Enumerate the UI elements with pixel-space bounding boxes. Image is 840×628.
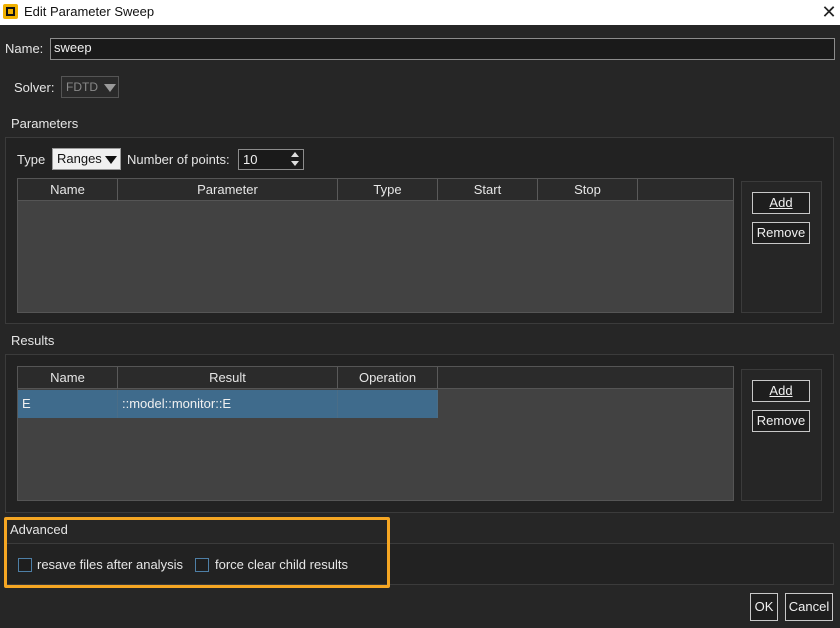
points-spinbox[interactable]: 10 [238,149,304,170]
cancel-button[interactable]: Cancel [785,593,833,621]
points-label: Number of points: [127,152,230,167]
column-header[interactable]: Stop [538,179,638,201]
close-icon[interactable]: ✕ [818,1,840,23]
parameters-table[interactable]: Name Parameter Type Start Stop [17,178,734,313]
result-operation-cell[interactable] [338,390,438,418]
remove-result-button[interactable]: Remove [752,410,810,432]
add-result-button[interactable]: Add [752,380,810,402]
advanced-highlight-box [4,517,390,588]
table-row[interactable]: E ::model::monitor::E [18,390,438,418]
spin-up-icon[interactable] [291,152,299,157]
column-header[interactable]: Start [438,179,538,201]
column-header[interactable]: Operation [338,367,438,389]
results-table[interactable]: Name Result Operation E ::model::monitor… [17,366,734,501]
name-input[interactable]: sweep [50,38,835,60]
spin-down-icon[interactable] [291,161,299,166]
solver-label: Solver: [14,80,55,95]
app-logo-icon [3,4,18,19]
result-name-cell[interactable]: E [18,390,118,418]
result-result-cell[interactable]: ::model::monitor::E [118,390,338,418]
add-parameter-label: Add [769,195,793,210]
solver-value: FDTD [66,80,98,94]
window-title: Edit Parameter Sweep [24,4,155,19]
remove-parameter-button[interactable]: Remove [752,222,810,244]
column-header[interactable]: Type [338,179,438,201]
chevron-down-icon [104,84,116,92]
type-select[interactable]: Ranges [52,148,121,170]
parameters-group-label: Parameters [11,116,79,131]
add-result-label: Add [769,383,793,398]
column-header[interactable]: Parameter [118,179,338,201]
column-header[interactable]: Name [18,179,118,201]
results-table-header: Name Result Operation [18,367,733,389]
chevron-down-icon [105,156,117,164]
type-value: Ranges [57,151,102,166]
column-header[interactable]: Result [118,367,338,389]
points-value: 10 [243,152,258,167]
title-bar: Edit Parameter Sweep ✕ [0,0,840,25]
solver-select[interactable]: FDTD [61,76,119,98]
type-label: Type [17,152,46,167]
ok-button[interactable]: OK [750,593,778,621]
column-header[interactable]: Name [18,367,118,389]
parameters-table-header: Name Parameter Type Start Stop [18,179,733,201]
results-group-label: Results [11,333,55,348]
add-parameter-button[interactable]: Add [752,192,810,214]
name-label: Name: [5,41,44,56]
